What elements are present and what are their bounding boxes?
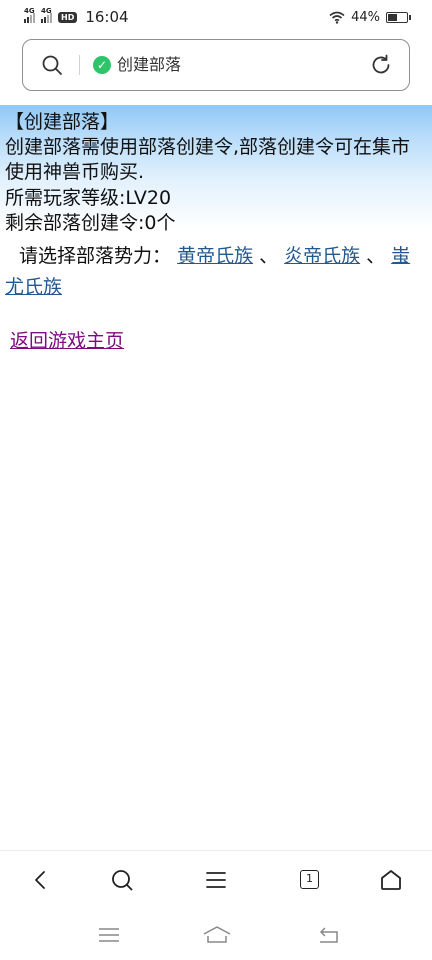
tabs-icon: 1 <box>300 870 319 889</box>
recents-icon <box>99 928 119 942</box>
address-divider <box>79 55 80 75</box>
battery-percent: 44% <box>351 9 380 25</box>
menu-button[interactable] <box>203 867 229 893</box>
search-button[interactable] <box>109 867 135 893</box>
page-title: 【创建部落】 <box>5 111 120 133</box>
back-button[interactable] <box>28 867 54 893</box>
status-bar: 4G 4G HD 16:04 44% <box>0 0 432 34</box>
recents-button[interactable] <box>96 922 122 948</box>
faction-selection: 请选择部落势力： 黄帝氏族、炎帝氏族、蚩尤氏族 <box>5 241 429 303</box>
faction-separator: 、 <box>366 245 386 267</box>
home-button[interactable] <box>378 867 404 893</box>
status-time: 16:04 <box>85 8 129 26</box>
signal-label: 4G <box>41 7 52 15</box>
tabs-button[interactable]: 1 <box>297 867 323 893</box>
menu-icon <box>206 872 226 888</box>
search-icon[interactable] <box>41 54 63 76</box>
battery-icon <box>386 11 411 23</box>
remaining-tokens: 剩余部落创建令:0个 <box>5 212 176 234</box>
signal-icon: 4G <box>24 7 35 23</box>
home-icon <box>381 870 401 890</box>
home-icon <box>203 926 231 943</box>
back-icon <box>35 871 45 889</box>
status-left: 4G 4G HD 16:04 <box>24 7 129 26</box>
faction-prompt: 请选择部落势力： <box>19 245 172 267</box>
faction-link-huangdi[interactable]: 黄帝氏族 <box>177 245 253 267</box>
browser-toolbar: 1 <box>0 850 432 910</box>
wifi-icon <box>329 11 345 24</box>
required-level: 所需玩家等级:LV20 <box>5 187 172 209</box>
address-page-title[interactable]: 创建部落 <box>117 54 181 76</box>
page-description: 创建部落需使用部落创建令,部落创建令可在集市使用神兽币购买. <box>5 136 411 183</box>
page-content: 【创建部落】 创建部落需使用部落创建令,部落创建令可在集市使用神兽币购买. 所需… <box>0 105 432 845</box>
system-back-button[interactable] <box>316 922 342 948</box>
status-right: 44% <box>329 8 411 26</box>
battery-fill <box>388 13 397 21</box>
refresh-icon[interactable] <box>369 53 393 77</box>
signal-label: 4G <box>24 7 35 15</box>
system-nav-bar <box>0 912 432 960</box>
hd-voice-badge: HD <box>58 11 78 23</box>
back-to-game-home-link[interactable]: 返回游戏主页 <box>10 329 124 354</box>
search-icon <box>112 870 133 891</box>
address-bar[interactable]: ✓ 创建部落 <box>22 39 410 91</box>
system-home-button[interactable] <box>202 922 232 948</box>
secure-shield-icon: ✓ <box>93 56 111 74</box>
faction-link-yandi[interactable]: 炎帝氏族 <box>284 245 360 267</box>
signal-icon: 4G <box>41 7 52 23</box>
faction-separator: 、 <box>259 245 279 267</box>
back-icon <box>319 927 338 943</box>
